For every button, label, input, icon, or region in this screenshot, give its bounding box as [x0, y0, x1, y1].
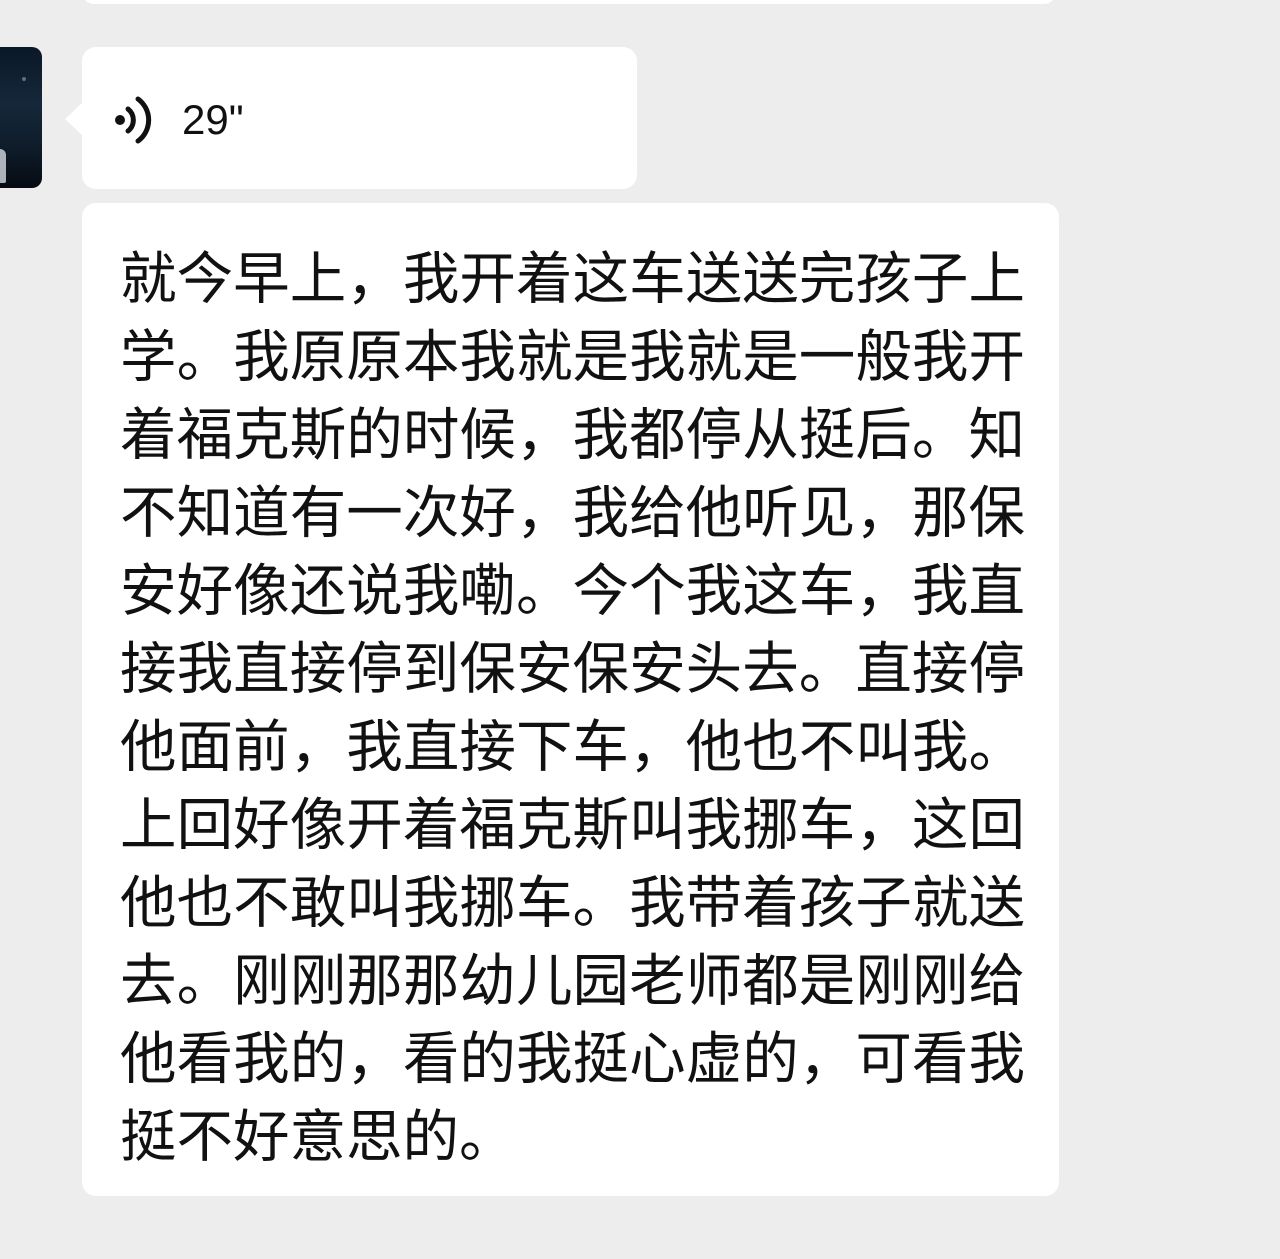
bubble-tail — [65, 102, 83, 136]
avatar-figure — [0, 149, 6, 183]
sender-avatar[interactable] — [0, 47, 42, 188]
text-message-bubble[interactable]: 就今早上，我开着这车送送完孩子上学。我原原本我就是我就是一般我开着福克斯的时候，… — [82, 203, 1059, 1196]
avatar-light-dot — [22, 77, 26, 81]
voice-wave-icon — [115, 96, 152, 144]
message-text: 就今早上，我开着这车送送完孩子上学。我原原本我就是我就是一般我开着福克斯的时候，… — [120, 247, 1025, 1170]
voice-message-bubble[interactable] — [65, 47, 637, 189]
previous-message-bubble — [82, 0, 1056, 4]
voice-duration-label: 29" — [182, 96, 244, 143]
